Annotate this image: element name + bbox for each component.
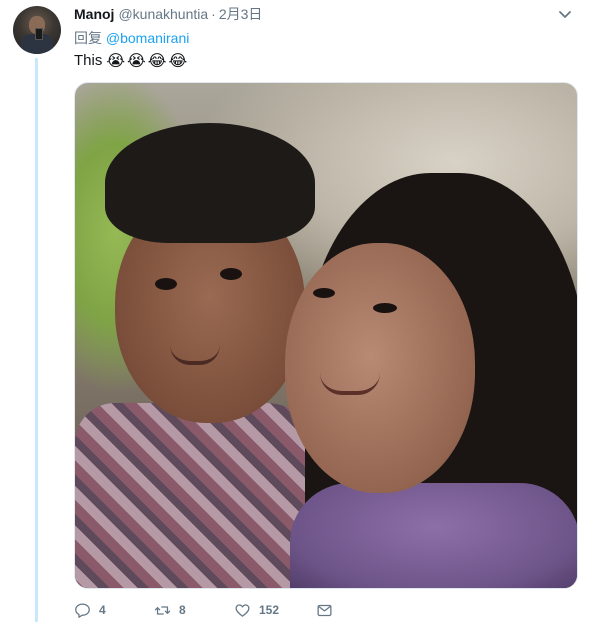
retweet-count: 8: [179, 603, 186, 617]
header-separator: ·: [211, 6, 216, 22]
photo-boy-eye-right: [220, 268, 242, 280]
author-name[interactable]: Manoj: [74, 6, 114, 22]
avatar[interactable]: [13, 6, 61, 54]
avatar-phone: [35, 28, 43, 40]
retweet-icon: [154, 605, 171, 615]
reply-count: 4: [99, 603, 106, 617]
photo-boy-shirt: [75, 403, 325, 588]
reply-mention-link[interactable]: @bomanirani: [106, 30, 189, 46]
tweet-text: This 😭 😭 😂 😂: [74, 51, 187, 70]
heart-icon: [235, 603, 250, 617]
chevron-down-icon[interactable]: [557, 6, 573, 22]
emoji-crying-1: 😭: [106, 51, 126, 70]
reply-context: 回复 @bomanirani: [74, 28, 189, 48]
author-handle[interactable]: @kunakhuntia: [118, 6, 208, 22]
tweet-time[interactable]: 2月3日: [219, 4, 263, 24]
emoji-crying-2: 😭: [127, 51, 146, 70]
tweet-header: Manoj @kunakhuntia · 2月3日: [74, 4, 579, 24]
tweet-photo[interactable]: [74, 82, 578, 589]
retweet-button[interactable]: 8: [154, 602, 234, 619]
direct-message-button[interactable]: [316, 602, 356, 619]
thread-line: [35, 58, 38, 622]
reply-icon: [75, 602, 90, 618]
photo-girl-shirt: [290, 483, 577, 588]
tweet-actions: 4 8 152: [74, 600, 356, 620]
photo-girl-face: [285, 243, 475, 493]
reply-button[interactable]: 4: [74, 602, 154, 619]
photo-girl-eye-right: [373, 303, 397, 313]
reply-prefix: 回复: [74, 30, 102, 46]
photo-boy-eye-left: [155, 278, 177, 290]
tweet-text-content: This: [74, 52, 103, 69]
like-count: 152: [259, 603, 280, 617]
envelope-icon: [317, 604, 332, 616]
photo-boy-hair: [105, 123, 315, 243]
emoji-joy-2: 😂: [168, 51, 188, 70]
emoji-joy-1: 😂: [147, 51, 167, 70]
photo-girl-eye-left: [313, 288, 335, 298]
like-button[interactable]: 152: [234, 602, 316, 619]
